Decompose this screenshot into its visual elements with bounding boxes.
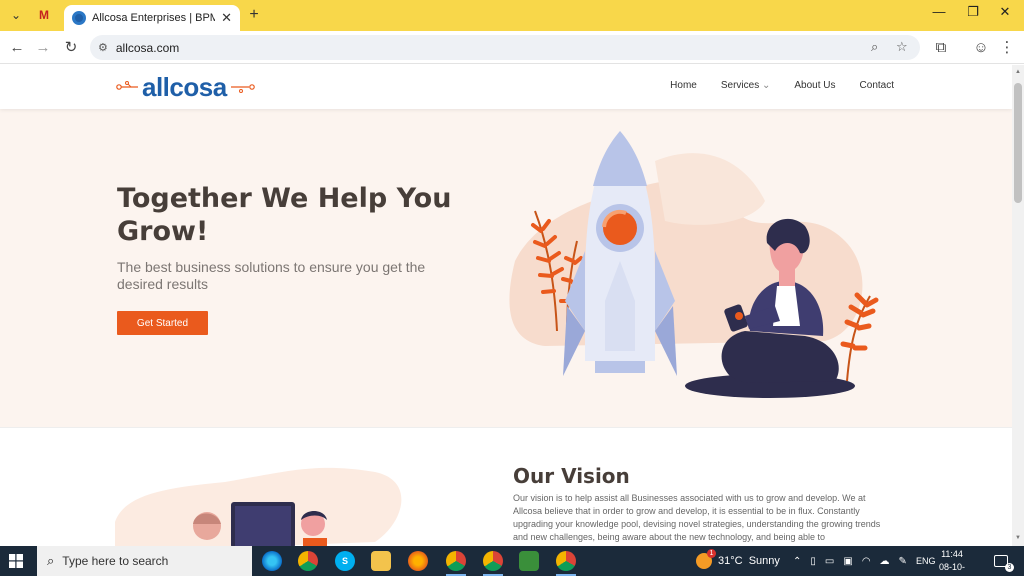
nav-contact[interactable]: Contact: [860, 80, 894, 91]
weather-widget[interactable]: 1 31°C Sunny: [696, 546, 780, 576]
weather-text: 31°C Sunny: [718, 555, 780, 567]
windows-start-icon[interactable]: [9, 554, 23, 568]
weather-sun-icon: 1: [696, 549, 716, 569]
tray-app-icon[interactable]: ▣: [843, 556, 852, 567]
page-viewport: allcosa Home Services ⌄ About Us Contact…: [0, 65, 1012, 546]
wifi-icon[interactable]: ◠: [862, 556, 871, 567]
image-viewer-icon[interactable]: [519, 551, 539, 571]
clock-date: 08-10-2024: [938, 562, 965, 576]
chrome-icon[interactable]: [298, 551, 318, 571]
battery-icon[interactable]: ▭: [825, 556, 834, 567]
nav-services-label: Services: [720, 80, 760, 91]
site-info-icon[interactable]: ⚙: [98, 41, 108, 54]
hero-subheading: The best business solutions to ensure yo…: [117, 259, 426, 292]
gmail-tab-icon[interactable]: M: [34, 5, 54, 25]
clock-time: 11:44: [941, 549, 963, 559]
url-text: allcosa.com: [115, 40, 180, 55]
taskbar-clock[interactable]: 11:44 08-10-2024: [932, 548, 972, 576]
vision-text: Our vision is to help assist all Busines…: [513, 493, 881, 542]
chrome-profile-3-icon[interactable]: [556, 551, 576, 576]
chrome-profile-1-icon[interactable]: [446, 551, 466, 576]
address-bar[interactable]: ⚙ allcosa.com ⌕ ☆: [90, 35, 920, 60]
minimize-icon[interactable]: —: [924, 4, 954, 19]
close-tab-icon[interactable]: ✕: [221, 10, 232, 26]
notification-speech-icon: 3: [994, 555, 1014, 572]
rocket-illustration: [509, 131, 879, 398]
firefox-icon[interactable]: [408, 551, 428, 571]
notification-center-icon[interactable]: 3: [994, 546, 1014, 576]
forward-icon[interactable]: →: [34, 38, 52, 56]
nav-services[interactable]: Services ⌄: [721, 80, 771, 91]
vision-section: Our Vision Our vision is to help assist …: [0, 427, 1012, 546]
scroll-up-icon[interactable]: ▲: [1015, 69, 1021, 75]
taskbar-search-placeholder: Type here to search: [62, 554, 169, 568]
allcosa-favicon-icon: [72, 11, 86, 25]
tray-device-icon[interactable]: ▯: [810, 556, 816, 567]
tab-title: Allcosa Enterprises | BPM | BPO: [92, 12, 216, 24]
edge-icon[interactable]: [262, 551, 282, 571]
onedrive-icon[interactable]: ☁: [880, 556, 890, 567]
system-tray: ⌃ ▯ ▭ ▣ ◠ ☁ ✎ ENG: [793, 546, 935, 576]
search-icon: ⌕: [47, 553, 55, 568]
tab-search-chevron-icon[interactable]: ⌄: [6, 5, 26, 25]
reload-icon[interactable]: ↻: [62, 38, 80, 56]
nav-home[interactable]: Home: [670, 80, 697, 91]
get-started-button[interactable]: Get Started: [117, 311, 208, 335]
scrollbar-thumb[interactable]: [1014, 83, 1022, 203]
windows-taskbar: ⌕ Type here to search S 1 31°C Sunny ⌃ ▯…: [0, 546, 1024, 576]
scroll-down-icon[interactable]: ▼: [1015, 535, 1021, 541]
browser-toolbar: ← → ↻ ⚙ allcosa.com ⌕ ☆ ⧉ ☺ ⋮: [0, 31, 1024, 64]
file-explorer-icon[interactable]: [371, 551, 391, 571]
notification-count: 3: [1005, 563, 1014, 572]
pen-icon[interactable]: ✎: [899, 556, 907, 567]
zoom-icon[interactable]: ⌕: [871, 39, 878, 55]
main-nav: Home Services ⌄ About Us Contact: [670, 80, 894, 91]
back-icon[interactable]: ←: [8, 38, 26, 56]
chevron-down-icon: ⌄: [762, 80, 771, 91]
logo-text: allcosa: [142, 72, 227, 102]
team-illustration: [115, 467, 402, 546]
hero-heading: Together We Help You Grow!: [117, 183, 452, 247]
menu-kebab-icon[interactable]: ⋮: [998, 38, 1016, 56]
skype-icon[interactable]: S: [335, 551, 355, 571]
logo-circuit-right-icon: [230, 84, 255, 93]
tray-chevron-up-icon[interactable]: ⌃: [793, 556, 801, 567]
new-tab-icon[interactable]: +: [244, 5, 264, 25]
tab-allcosa[interactable]: Allcosa Enterprises | BPM | BPO ✕: [64, 5, 240, 31]
site-header: allcosa Home Services ⌄ About Us Contact: [0, 65, 1012, 109]
chrome-profile-2-icon[interactable]: [483, 551, 503, 576]
site-logo[interactable]: allcosa: [116, 74, 255, 100]
nav-about[interactable]: About Us: [794, 80, 835, 91]
hero-section: Together We Help You Grow! The best busi…: [0, 109, 1012, 427]
page-scrollbar[interactable]: ▲ ▼: [1012, 65, 1024, 546]
browser-tab-strip: ⌄ M Allcosa Enterprises | BPM | BPO ✕ + …: [0, 0, 1024, 31]
vision-heading: Our Vision: [513, 464, 630, 488]
taskbar-search-box[interactable]: ⌕ Type here to search: [37, 546, 252, 576]
profile-icon[interactable]: ☺: [972, 38, 990, 56]
bookmark-star-icon[interactable]: ☆: [896, 39, 908, 55]
extensions-icon[interactable]: ⧉: [932, 38, 950, 56]
logo-circuit-left-icon: [116, 81, 138, 90]
weather-badge: 1: [707, 549, 716, 558]
restore-icon[interactable]: ❐: [958, 4, 988, 20]
close-window-icon[interactable]: ✕: [990, 4, 1020, 20]
